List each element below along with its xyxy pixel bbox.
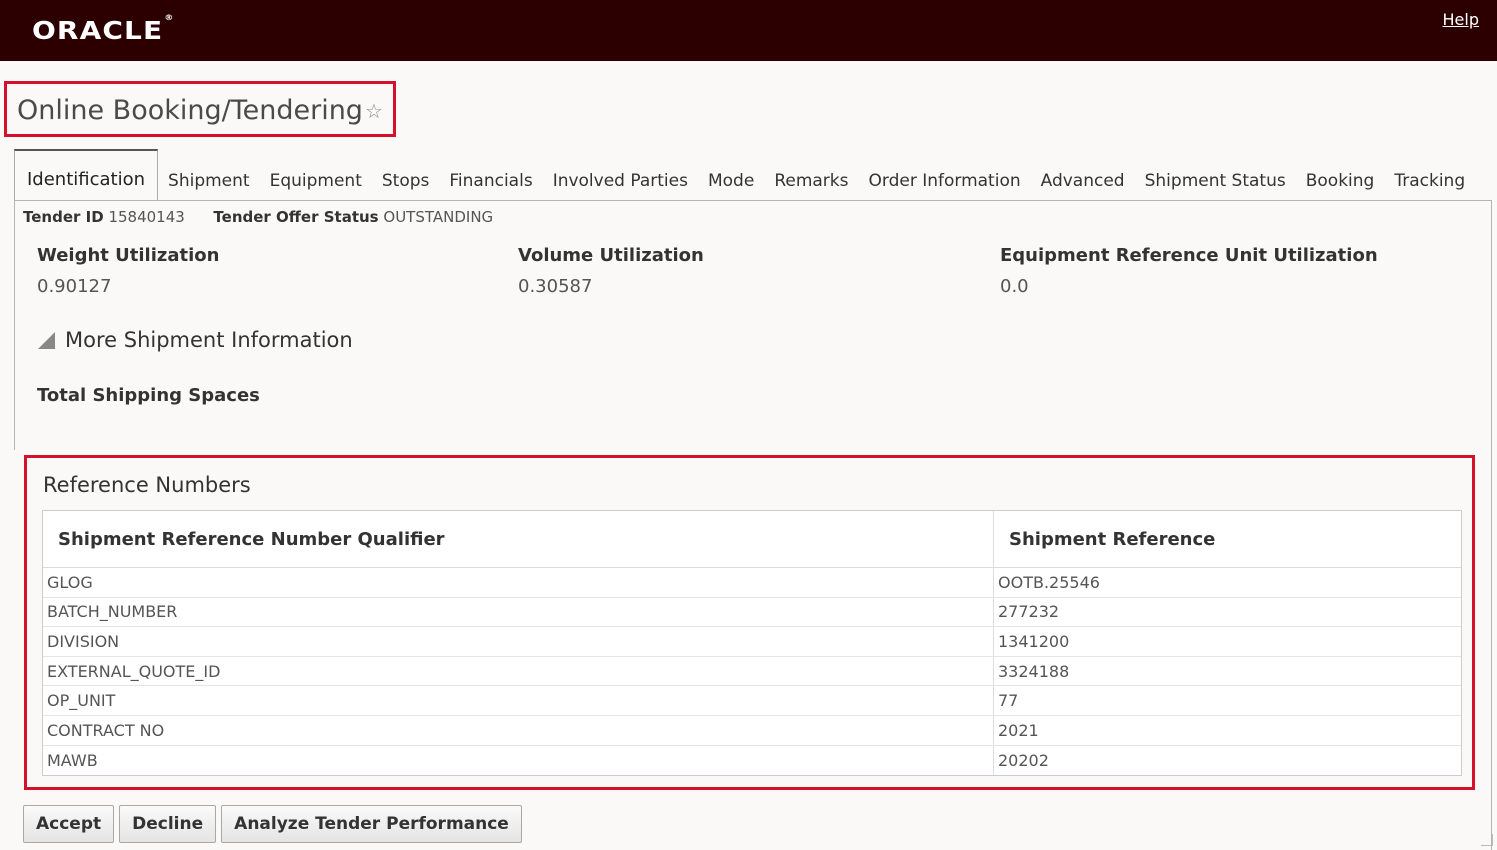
tab-shipment-status[interactable]: Shipment Status bbox=[1135, 161, 1296, 201]
qualifier-cell: MAWB bbox=[43, 745, 994, 776]
total-shipping-spaces-label: Total Shipping Spaces bbox=[37, 385, 260, 406]
equipment-utilization: Equipment Reference Unit Utilization 0.0 bbox=[1000, 245, 1378, 297]
tab-bar: Identification Shipment Equipment Stops … bbox=[14, 149, 1475, 201]
tab-divider bbox=[14, 200, 1492, 201]
column-header-qualifier[interactable]: Shipment Reference Number Qualifier bbox=[43, 511, 994, 567]
table-row[interactable]: GLOG OOTB.25546 bbox=[43, 568, 1461, 598]
tab-remarks[interactable]: Remarks bbox=[764, 161, 858, 201]
tender-status-value: OUTSTANDING bbox=[383, 208, 494, 226]
oracle-logo: ORACLE® bbox=[32, 12, 175, 45]
tab-mode[interactable]: Mode bbox=[698, 161, 764, 201]
weight-utilization: Weight Utilization 0.90127 bbox=[37, 245, 219, 297]
tab-order-information[interactable]: Order Information bbox=[859, 161, 1031, 201]
reference-cell: 77 bbox=[998, 691, 1019, 711]
tab-booking[interactable]: Booking bbox=[1296, 161, 1385, 201]
tender-info: Tender ID 15840143 Tender Offer Status O… bbox=[23, 208, 493, 226]
tab-tracking[interactable]: Tracking bbox=[1384, 161, 1475, 201]
qualifier-cell: GLOG bbox=[43, 568, 994, 597]
weight-utilization-label: Weight Utilization bbox=[37, 245, 220, 266]
tab-involved-parties[interactable]: Involved Parties bbox=[543, 161, 698, 201]
tender-id-value: 15840143 bbox=[108, 208, 185, 226]
reference-cell: 3324188 bbox=[998, 661, 1070, 681]
tab-advanced[interactable]: Advanced bbox=[1031, 161, 1135, 201]
reference-cell: 20202 bbox=[998, 750, 1049, 770]
accept-button[interactable]: Accept bbox=[23, 805, 115, 843]
reference-cell: OOTB.25546 bbox=[998, 572, 1100, 592]
decline-button[interactable]: Decline bbox=[119, 805, 217, 843]
tab-equipment[interactable]: Equipment bbox=[260, 161, 372, 201]
reference-cell: 277232 bbox=[998, 602, 1060, 622]
reference-cell: 2021 bbox=[998, 720, 1039, 740]
analyze-tender-performance-button[interactable]: Analyze Tender Performance bbox=[221, 805, 522, 843]
help-link[interactable]: Help bbox=[1443, 10, 1479, 29]
column-header-reference[interactable]: Shipment Reference bbox=[994, 511, 1461, 567]
tender-status-label: Tender Offer Status bbox=[213, 208, 379, 226]
qualifier-cell: OP_UNIT bbox=[43, 686, 994, 715]
table-row[interactable]: DIVISION 1341200 bbox=[43, 627, 1461, 657]
disclosure-triangle-icon bbox=[38, 332, 55, 349]
tab-stops[interactable]: Stops bbox=[372, 161, 440, 201]
table-header: Shipment Reference Number Qualifier Ship… bbox=[43, 511, 1461, 568]
more-shipment-info-label: More Shipment Information bbox=[65, 328, 353, 352]
weight-utilization-value: 0.90127 bbox=[37, 276, 112, 297]
tab-financials[interactable]: Financials bbox=[439, 161, 542, 201]
volume-utilization-label: Volume Utilization bbox=[518, 245, 704, 266]
equipment-utilization-label: Equipment Reference Unit Utilization bbox=[1000, 245, 1378, 266]
panel-border-left bbox=[14, 200, 15, 450]
reference-cell: 1341200 bbox=[998, 631, 1070, 651]
volume-utilization-value: 0.30587 bbox=[518, 276, 593, 297]
resize-grip-icon[interactable] bbox=[1481, 834, 1493, 846]
tender-id-label: Tender ID bbox=[23, 208, 104, 226]
favorite-star-icon[interactable]: ☆ bbox=[365, 99, 383, 123]
qualifier-cell: BATCH_NUMBER bbox=[43, 597, 994, 627]
qualifier-cell: DIVISION bbox=[43, 627, 994, 656]
top-bar: ORACLE® Help bbox=[0, 0, 1497, 61]
equipment-utilization-value: 0.0 bbox=[1000, 276, 1029, 297]
table-row[interactable]: OP_UNIT 77 bbox=[43, 686, 1461, 716]
more-shipment-info-toggle[interactable]: More Shipment Information bbox=[38, 328, 353, 352]
table-row[interactable]: EXTERNAL_QUOTE_ID 3324188 bbox=[43, 656, 1461, 687]
tab-shipment[interactable]: Shipment bbox=[158, 161, 260, 201]
table-row[interactable]: BATCH_NUMBER 277232 bbox=[43, 597, 1461, 628]
page-title: Online Booking/Tendering bbox=[17, 95, 363, 126]
table-row[interactable]: CONTRACT NO 2021 bbox=[43, 715, 1461, 746]
qualifier-cell: CONTRACT NO bbox=[43, 715, 994, 745]
reference-numbers-table: Shipment Reference Number Qualifier Ship… bbox=[42, 510, 1462, 777]
qualifier-cell: EXTERNAL_QUOTE_ID bbox=[43, 656, 994, 686]
reference-numbers-title: Reference Numbers bbox=[43, 473, 251, 497]
tab-identification[interactable]: Identification bbox=[14, 149, 159, 201]
volume-utilization: Volume Utilization 0.30587 bbox=[518, 245, 704, 297]
table-row[interactable]: MAWB 20202 bbox=[43, 745, 1461, 776]
panel-border-right bbox=[1491, 200, 1492, 850]
action-buttons: Accept Decline Analyze Tender Performanc… bbox=[23, 805, 522, 843]
